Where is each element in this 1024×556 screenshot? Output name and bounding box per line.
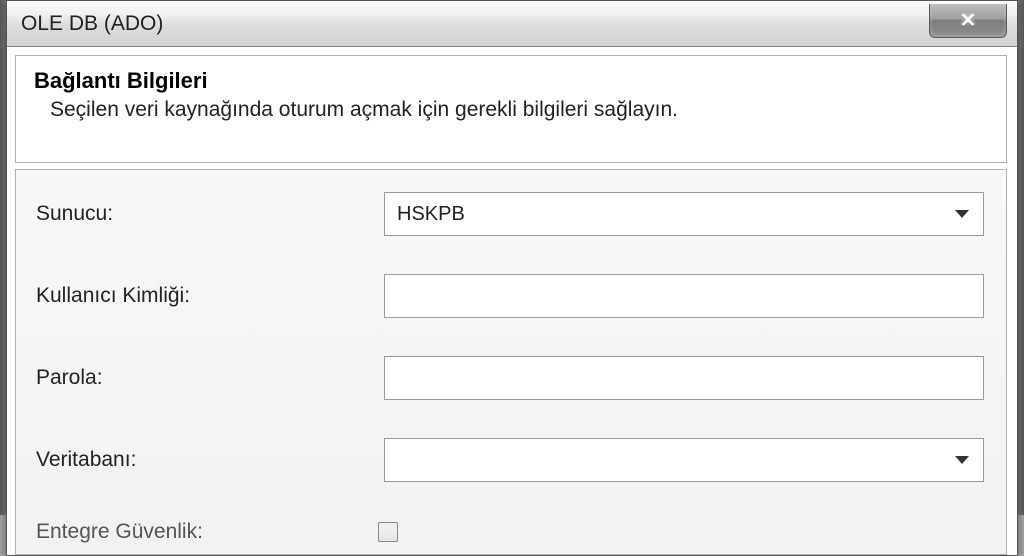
password-row: Parola: [36, 356, 984, 400]
header-title: Bağlantı Bilgileri [34, 68, 988, 94]
chevron-down-icon [955, 210, 969, 218]
database-combobox[interactable] [384, 438, 984, 482]
database-label: Veritabanı: [36, 448, 376, 472]
header-subtitle: Seçilen veri kaynağında oturum açmak içi… [50, 98, 988, 122]
server-value: HSKPB [397, 203, 465, 226]
dialog-window: OLE DB (ADO) ✕ Bağlantı Bilgileri Seçile… [6, 0, 1018, 556]
user-id-label: Kullanıcı Kimliği: [36, 284, 376, 308]
integrated-security-label: Entegre Güvenlik: [36, 520, 376, 544]
chevron-down-icon [955, 456, 969, 464]
integrated-security-checkbox[interactable] [378, 522, 398, 542]
close-button[interactable]: ✕ [929, 4, 1007, 38]
user-id-input-wrapper [384, 274, 984, 318]
window-title: OLE DB (ADO) [21, 12, 163, 36]
database-row: Veritabanı: [36, 438, 984, 482]
user-id-input[interactable] [397, 284, 971, 309]
title-bar: OLE DB (ADO) ✕ [7, 1, 1017, 47]
password-label: Parola: [36, 366, 376, 390]
password-input[interactable] [397, 366, 971, 391]
server-row: Sunucu: HSKPB [36, 192, 984, 236]
close-icon: ✕ [960, 8, 977, 33]
server-label: Sunucu: [36, 202, 376, 226]
user-id-row: Kullanıcı Kimliği: [36, 274, 984, 318]
password-input-wrapper [384, 356, 984, 400]
server-combobox[interactable]: HSKPB [384, 192, 984, 236]
integrated-security-row: Entegre Güvenlik: [36, 520, 984, 544]
form-panel: Sunucu: HSKPB Kullanıcı Kimliği: Parola:… [15, 169, 1007, 555]
header-panel: Bağlantı Bilgileri Seçilen veri kaynağın… [15, 55, 1007, 163]
